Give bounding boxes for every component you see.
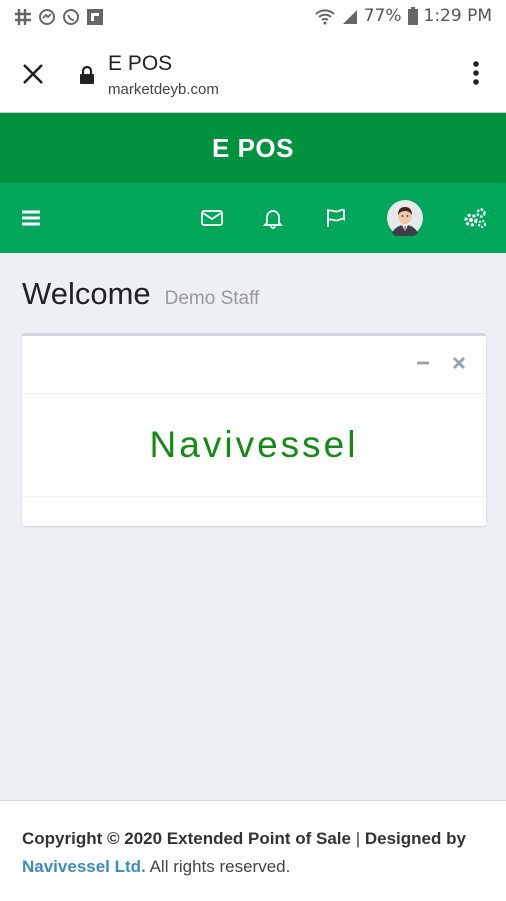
cogs-icon[interactable] <box>452 183 498 253</box>
status-bar: 77% 1:29 PM <box>0 0 506 38</box>
slack-icon <box>14 8 32 26</box>
by-text: by <box>446 829 466 848</box>
designed-text: Designed <box>364 829 442 848</box>
footer-text: Copyright © 2020 Extended Point of Sale … <box>22 825 487 881</box>
copyright-text: Copyright © 2020 Extended Point of Sale <box>22 829 351 848</box>
times-icon[interactable] <box>452 356 466 370</box>
app-title[interactable]: E POS <box>212 133 294 164</box>
battery-icon <box>407 7 418 25</box>
box-header-divider <box>22 393 486 394</box>
lock-icon <box>79 65 95 85</box>
app-header: E POS <box>0 113 506 183</box>
navbar <box>0 183 506 253</box>
wifi-icon <box>314 7 336 25</box>
more-vert-icon[interactable] <box>472 60 480 86</box>
minus-icon[interactable] <box>416 356 430 370</box>
bell-icon[interactable] <box>252 183 294 253</box>
whatsapp-icon <box>62 8 80 26</box>
close-icon[interactable] <box>22 63 44 85</box>
company-link[interactable]: Navivessel Ltd. <box>22 857 146 876</box>
system-indicators: 77% 1:29 PM <box>314 6 492 26</box>
hamburger-icon[interactable] <box>10 183 52 253</box>
envelope-icon[interactable] <box>190 183 234 253</box>
rights-text: All rights reserved. <box>149 857 291 876</box>
box-footer-divider <box>22 496 486 497</box>
box-tools <box>416 356 466 370</box>
signal-icon <box>342 7 358 25</box>
user-name: Demo Staff <box>164 288 260 309</box>
brand-name: Navivessel <box>149 424 359 465</box>
browser-toolbar: E POS marketdeyb.com <box>0 38 506 113</box>
flipboard-icon <box>86 8 104 26</box>
browser-page-title: E POS <box>108 52 173 75</box>
notification-icons <box>14 8 104 26</box>
clock: 1:29 PM <box>423 6 493 26</box>
battery-percent: 77% <box>363 6 402 26</box>
footer-separator: | <box>355 829 361 848</box>
user-avatar[interactable] <box>384 183 426 253</box>
flag-icon[interactable] <box>314 183 358 253</box>
messenger-icon <box>38 8 56 26</box>
footer: Copyright © 2020 Extended Point of Sale … <box>0 800 506 901</box>
browser-url[interactable]: marketdeyb.com <box>108 81 219 98</box>
welcome-title: Welcome <box>22 276 151 311</box>
content-box: Navivessel <box>22 333 486 526</box>
page-heading: Welcome Demo Staff <box>22 276 259 312</box>
